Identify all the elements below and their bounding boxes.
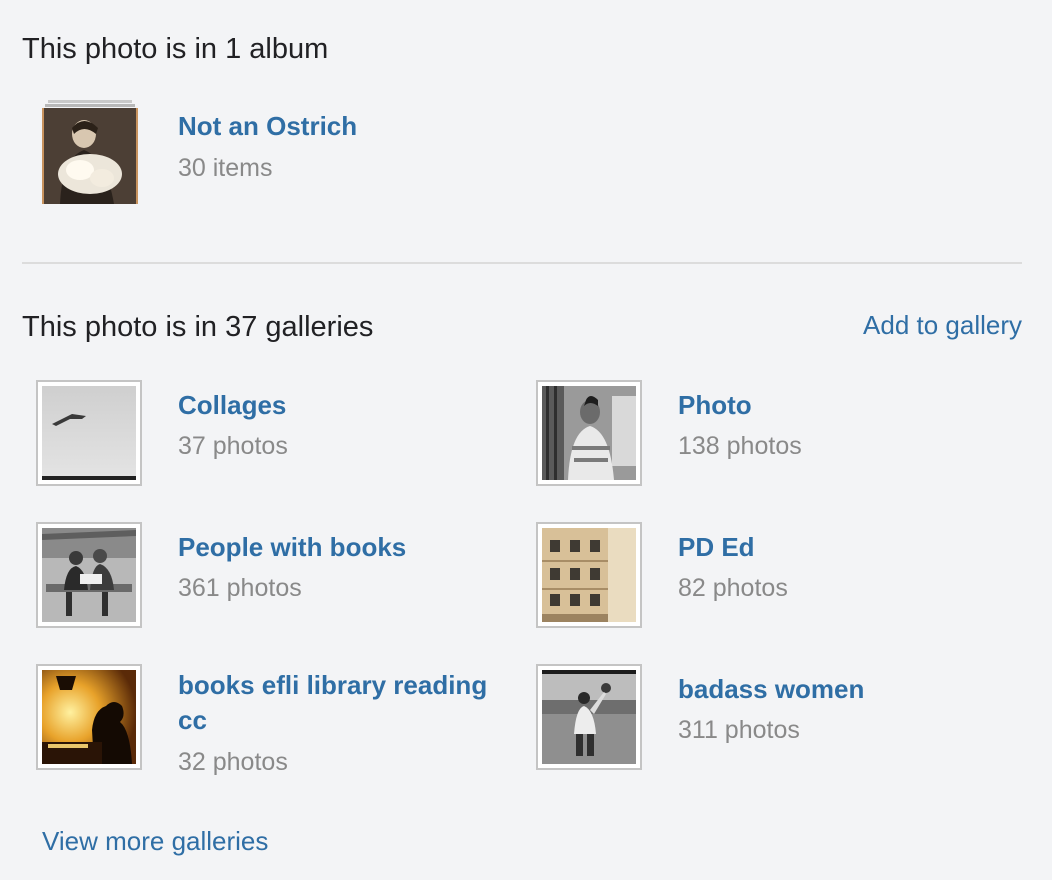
albums-section-title: This photo is in 1 album xyxy=(22,33,329,65)
gallery-thumbnail-image xyxy=(542,528,636,622)
gallery-title-link[interactable]: Collages xyxy=(178,388,508,423)
gallery-photo-count: 361 photos xyxy=(178,574,302,602)
album-thumbnail[interactable] xyxy=(42,100,138,204)
gallery-item: Photo 138 photos xyxy=(536,380,1006,490)
gallery-item: People with books 361 photos xyxy=(36,522,506,632)
gallery-photo-count: 311 photos xyxy=(678,716,800,744)
album-title-link[interactable]: Not an Ostrich xyxy=(178,111,357,142)
album-cover-image[interactable] xyxy=(42,108,138,204)
album-stack-edge xyxy=(45,104,135,107)
gallery-photo-count: 37 photos xyxy=(178,432,288,460)
gallery-item: books efli library reading cc 32 photos xyxy=(36,664,508,776)
add-to-gallery-link[interactable]: Add to gallery xyxy=(863,310,1022,341)
gallery-thumbnail[interactable] xyxy=(536,522,642,628)
view-more-galleries-link[interactable]: View more galleries xyxy=(42,826,268,857)
gallery-thumbnail[interactable] xyxy=(536,380,642,486)
gallery-thumbnail[interactable] xyxy=(36,380,142,486)
gallery-thumbnail[interactable] xyxy=(36,664,142,770)
gallery-title-link[interactable]: badass women xyxy=(678,672,1008,707)
album-stack-edge xyxy=(48,100,132,103)
gallery-title-link[interactable]: People with books xyxy=(178,530,508,565)
gallery-title-link[interactable]: Photo xyxy=(678,388,1008,423)
gallery-thumbnail-image xyxy=(42,528,136,622)
gallery-thumbnail-image xyxy=(542,670,636,764)
gallery-photo-count: 138 photos xyxy=(678,432,802,460)
gallery-thumbnail-image xyxy=(42,670,136,764)
gallery-thumbnail[interactable] xyxy=(536,664,642,770)
gallery-photo-count: 82 photos xyxy=(678,574,788,602)
gallery-item: Collages 37 photos xyxy=(36,380,506,490)
gallery-item: PD Ed 82 photos xyxy=(536,522,1006,632)
gallery-thumbnail-image xyxy=(42,386,136,480)
gallery-title-link[interactable]: books efli library reading cc xyxy=(178,668,508,738)
album-item-count: 30 items xyxy=(178,154,273,182)
gallery-item: badass women 311 photos xyxy=(536,664,1006,774)
gallery-photo-count: 32 photos xyxy=(178,748,288,776)
gallery-thumbnail-image xyxy=(542,386,636,480)
section-divider xyxy=(22,262,1022,264)
galleries-section-title: This photo is in 37 galleries xyxy=(22,311,374,343)
gallery-thumbnail[interactable] xyxy=(36,522,142,628)
gallery-title-link[interactable]: PD Ed xyxy=(678,530,1008,565)
